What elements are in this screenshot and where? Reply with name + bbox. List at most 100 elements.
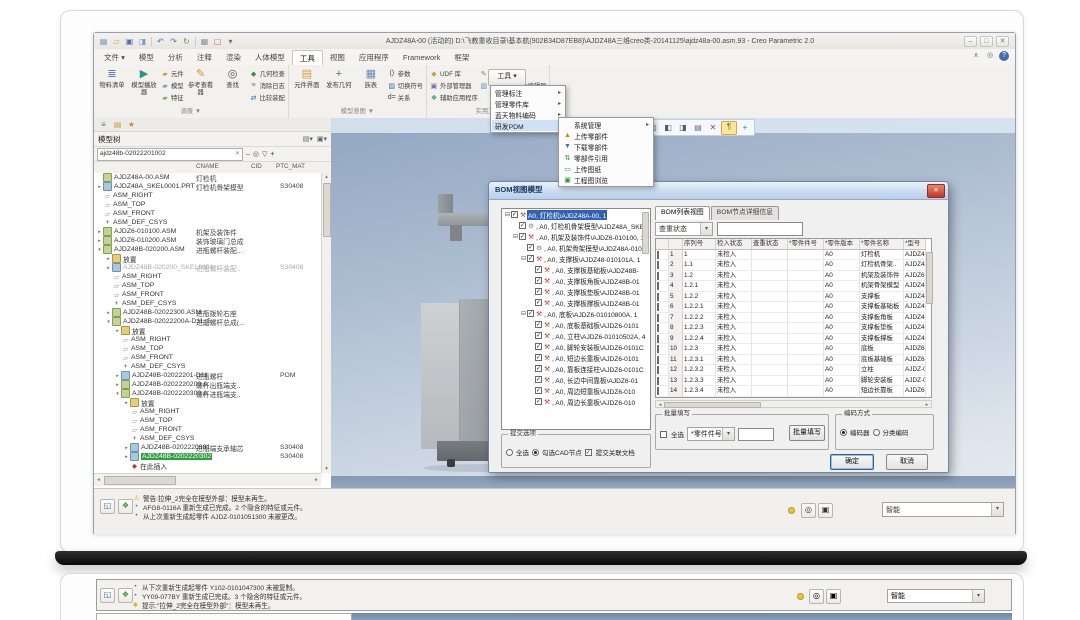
tab-2[interactable]: 分析 <box>161 50 190 65</box>
parameters-button[interactable]: ()参数 <box>388 68 423 79</box>
bom-tree-item[interactable]: ⊟✓⚒A0, 灯检机\AJDZ48A-00, 1 <box>502 209 650 220</box>
tree-item[interactable]: ▸AJDZ48B-0202220302S30408 <box>94 452 321 461</box>
bom-table-row[interactable]: 81.2.2.3未检入A0支撑板垫板AJDZ48 <box>656 323 931 334</box>
expander-icon[interactable]: ⊟ <box>520 255 527 262</box>
tree-item[interactable]: ▱ASM_RIGHT <box>94 335 321 344</box>
bom-table-row[interactable]: 91.2.2.4未检入A0支撑板撑板AJDZ48 <box>656 334 931 345</box>
maximize-button[interactable]: □ <box>980 36 993 47</box>
row-checkbox-cell[interactable] <box>656 302 669 313</box>
tree-item[interactable]: ▸AJDZ48B-020200_SKEL0001进瓶螺杆装配..S30408 <box>94 263 321 272</box>
bom-tree-item[interactable]: ✓⚒, A0, 支撑板角板\AJDZ48B-01 <box>502 275 650 286</box>
command-search-icon[interactable]: ◎ <box>985 51 995 61</box>
checkbox[interactable]: ✓ <box>535 332 542 339</box>
menu-item-管理零件库[interactable]: 管理零件库▸ <box>492 98 564 109</box>
bom-tree-item[interactable]: ✓⚒, A0, 脚轮安装板\AJDZ6-0101C <box>502 341 650 352</box>
display-style-icon[interactable]: ◧ <box>661 122 675 134</box>
select-all-radio[interactable] <box>506 449 513 456</box>
menu-item-零部件引用[interactable]: ⇅零部件引用 <box>560 152 652 163</box>
row-checkbox[interactable] <box>657 261 659 269</box>
row-checkbox[interactable] <box>657 251 659 259</box>
selection-options-icon[interactable] <box>797 593 804 602</box>
expander-icon[interactable]: ▸ <box>123 454 130 460</box>
expander-icon[interactable]: ▸ <box>96 184 103 190</box>
model-display-icon[interactable]: ◨ <box>137 36 148 47</box>
ribbon-group-label[interactable]: 模型意图 ▼ <box>292 106 423 118</box>
row-checkbox[interactable] <box>657 303 659 311</box>
row-checkbox[interactable] <box>657 282 659 290</box>
chevron-down-icon[interactable]: ▾ <box>972 590 984 602</box>
expander-icon[interactable]: ▸ <box>105 265 112 271</box>
coder-radio[interactable] <box>840 429 847 436</box>
tab-tools-active[interactable]: 工具 <box>292 50 323 65</box>
tab-3[interactable]: 注释 <box>190 50 219 65</box>
expander-icon[interactable]: ⊟ <box>504 211 511 218</box>
bom-table-hscrollbar[interactable]: ◂ ▸ <box>655 400 932 408</box>
expander-icon[interactable]: ▾ <box>96 247 103 253</box>
menu-item-下载零部件[interactable]: ▼下载零部件 <box>560 141 652 152</box>
tree-item[interactable]: ▾AJDZ48B-02022200A-D11_5进瓶螺杆总成(... <box>94 317 321 326</box>
expander-icon[interactable]: ▸ <box>96 229 103 235</box>
new-file-icon[interactable]: ▤ <box>98 36 109 47</box>
find-button[interactable]: ◎查找 <box>218 67 248 89</box>
tree-show-menu-icon[interactable]: ▤▾ <box>303 136 313 143</box>
tree-item[interactable]: ▱ASM_TOP <box>94 416 321 425</box>
expander-icon[interactable]: ▸ <box>123 445 130 451</box>
row-checkbox-cell[interactable] <box>656 281 669 292</box>
ok-button[interactable]: 确定 <box>830 454 874 470</box>
submit-related-docs-checkbox[interactable]: ✓ <box>585 449 592 456</box>
selection-filter-combo[interactable]: 智能 ▾ <box>887 589 985 603</box>
menu-item-系统管理[interactable]: 系统管理▸ <box>560 119 652 130</box>
search-tool-icon[interactable]: ◎ <box>809 589 824 604</box>
row-checkbox-cell[interactable] <box>656 323 669 334</box>
chevron-down-icon[interactable]: ▾ <box>991 503 1003 516</box>
expander-icon[interactable]: ▸ <box>114 382 121 388</box>
tree-settings-menu-icon[interactable]: ▣▾ <box>317 136 327 143</box>
shell-manager-button[interactable]: ▣外部管理器 <box>430 80 478 91</box>
bom-tree-item[interactable]: ⊟✓⚒, A0, 机架及装饰件\AJDZ6-010100, 1 <box>502 231 650 242</box>
checkbox[interactable]: ✓ <box>535 398 542 405</box>
publish-geometry-button[interactable]: +发布几何 <box>324 67 354 89</box>
clear-search-icon[interactable]: ✕ <box>235 149 240 159</box>
menu-item-蓝天物料编码[interactable]: 蓝天物料编码▸ <box>492 109 564 120</box>
tree-item[interactable]: ▱ASM_RIGHT <box>94 407 321 416</box>
bom-table-vscrollbar[interactable] <box>926 252 933 304</box>
spin-center-icon[interactable]: + <box>738 122 752 134</box>
undo-icon[interactable]: ↶ <box>155 36 166 47</box>
chevron-down-icon[interactable]: ▾ <box>700 223 712 235</box>
checkbox[interactable]: ✓ <box>535 343 542 350</box>
tree-item[interactable]: ◆在此插入 <box>94 461 321 470</box>
batch-select-all-checkbox[interactable] <box>660 431 667 438</box>
menu-item-管理标注[interactable]: 管理标注▸ <box>492 87 564 98</box>
tab-8[interactable]: 应用程序 <box>352 50 396 65</box>
column-header[interactable]: *零件版本 <box>824 239 860 250</box>
expander-icon[interactable]: ▾ <box>114 391 121 397</box>
udf-library-button[interactable]: ◆UDF 库 <box>430 68 478 79</box>
row-checkbox-cell[interactable] <box>656 271 669 282</box>
tab-4[interactable]: 渲染 <box>219 50 248 65</box>
bom-tree-item[interactable]: ✓⚒, A0, 靠板连接柱\AJDZ6-0101C <box>502 363 650 374</box>
bom-tree-item[interactable]: ✓⚒, A0, 立柱\AJDZ6-01010502A, 4 <box>502 330 650 341</box>
minimize-button[interactable]: – <box>964 36 977 47</box>
minimize-ribbon-icon[interactable]: ∧ <box>971 51 981 61</box>
bom-tree-item[interactable]: ⊟✓⚒, A0, 支撑板\AJDZ48-010101A, 1 <box>502 253 650 264</box>
message-log-icon[interactable]: ◱ <box>100 499 115 514</box>
row-checkbox[interactable] <box>657 293 659 301</box>
switch-symbols-button[interactable]: ▨切换符号 <box>388 80 423 91</box>
checkbox[interactable]: ✓ <box>519 222 526 229</box>
menu-item-研发PDM[interactable]: 研发PDM▸ <box>492 120 564 131</box>
tree-item[interactable]: ▱ASM_RIGHT <box>94 191 321 200</box>
tree-item[interactable]: ▾AJDZ48B-0202220300.A螺杆进瓶端支.. <box>94 389 321 398</box>
bom-tree-item[interactable]: ✓⚒, A0, 周边长靠板\AJDZ6-010 <box>502 396 650 407</box>
classified-coding-radio[interactable] <box>873 429 880 436</box>
bom-tree-item[interactable]: ⊟✓⚒, A0, 底板\AJDZ6-01010800A, 1 <box>502 308 650 319</box>
row-checkbox[interactable] <box>657 324 659 332</box>
geometry-check-button[interactable]: ◆几何检查 <box>250 68 285 79</box>
bom-tree-item[interactable]: ✓⚙, A0, 灯检机骨架模型\AJDZ48A_SKEL <box>502 220 650 231</box>
batch-value-input[interactable] <box>738 428 774 441</box>
bom-tree-item[interactable]: ✓⚒, A0, 短边长靠板\AJDZ6-0101 <box>502 352 650 363</box>
checkbox[interactable]: ✓ <box>535 365 542 372</box>
row-checkbox-cell[interactable] <box>656 386 669 397</box>
regenerate-icon[interactable]: ↻ <box>181 36 192 47</box>
column-header[interactable]: *零件件号 <box>788 239 824 250</box>
collapse-tree-icon[interactable]: – <box>246 151 250 158</box>
